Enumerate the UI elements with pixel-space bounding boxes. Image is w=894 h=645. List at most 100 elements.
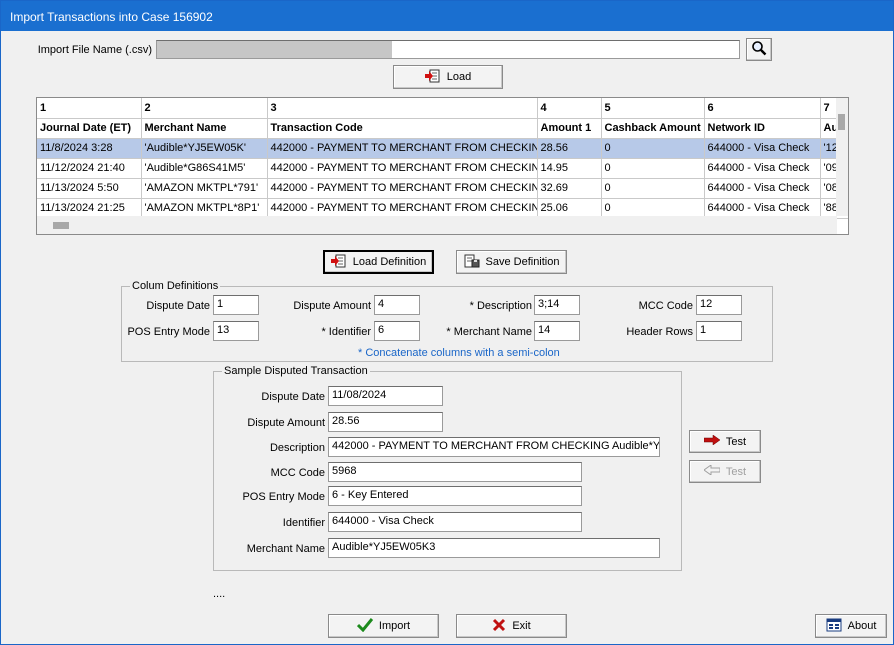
load-definition-button[interactable]: Load Definition [323, 250, 434, 274]
column-definitions-title: Colum Definitions [130, 280, 221, 292]
load-definition-label: Load Definition [352, 256, 427, 268]
coldef-dispute-amount-input[interactable]: 4 [374, 295, 420, 315]
coldef-identifier-label: * Identifier [321, 326, 371, 338]
grid-cell: 'AMAZON MKTPL*8P1' [141, 198, 268, 219]
coldef-pos-entry-mode-input[interactable]: 13 [213, 321, 259, 341]
file-name-label: Import File Name (.csv) [37, 44, 152, 56]
sample-dispute-amount-input[interactable]: 28.56 [328, 412, 443, 432]
grid-cell: 644000 - Visa Check [704, 178, 821, 199]
arrow-left-icon [703, 464, 721, 478]
magnifier-icon [751, 40, 767, 59]
test-back-button[interactable]: Test [689, 460, 761, 483]
about-icon [826, 618, 842, 635]
browse-button[interactable] [746, 38, 772, 61]
exit-button-label: Exit [512, 620, 531, 632]
load-icon [330, 254, 347, 271]
import-window: Import Transactions into Case 156902 Imp… [0, 0, 894, 645]
grid-horizontal-scrollbar[interactable] [37, 216, 837, 234]
save-definition-button[interactable]: Save Definition [456, 250, 567, 274]
sample-merchant-name-input[interactable]: Audible*YJ5EW05K3 [328, 538, 660, 558]
coldef-header-rows-label: Header Rows [626, 326, 693, 338]
sample-identifier-input[interactable]: 644000 - Visa Check [328, 512, 582, 532]
file-name-selection [157, 41, 392, 58]
about-button[interactable]: About [815, 614, 887, 638]
grid-cell: 11/8/2024 3:28 [37, 138, 142, 159]
checkmark-icon [356, 617, 374, 635]
sample-transaction-title: Sample Disputed Transaction [222, 365, 370, 377]
grid-cell: Cashback Amount [601, 118, 705, 139]
coldef-dispute-date-input[interactable]: 1 [213, 295, 259, 315]
grid-cell: Transaction Code [267, 118, 538, 139]
concatenate-note: * Concatenate columns with a semi-colon [358, 347, 560, 359]
sample-description-label: Description [269, 442, 325, 454]
grid-cell: 2 [141, 98, 268, 119]
grid-cell: 644000 - Visa Check [704, 198, 821, 219]
coldef-mcc-code-label: MCC Code [638, 300, 693, 312]
grid-cell: 644000 - Visa Check [704, 158, 821, 179]
test-button-label: Test [725, 435, 747, 448]
sample-merchant-name-label: Merchant Name [246, 543, 325, 555]
transactions-table: 1 2 3 4 5 6 7 Journal Date (ET) Merchant Name Tra… [37, 98, 848, 219]
grid-header-row[interactable]: Journal Date (ET) Merchant Name Transactio… [37, 118, 848, 139]
grid-cell: Network ID [704, 118, 821, 139]
grid-cell: 14.95 [537, 158, 602, 179]
grid-cell: Amount 1 [537, 118, 602, 139]
grid-cell: 6 [704, 98, 821, 119]
grid-cell: 442000 - PAYMENT TO MERCHANT FROM CHECKI… [267, 138, 538, 159]
table-row[interactable]: 11/8/2024 3:28 'Audible*YJ5EW05K' 442000 -… [37, 138, 848, 159]
test-back-button-label: Test [725, 465, 747, 478]
grid-vertical-scrollbar[interactable] [836, 98, 848, 216]
table-row[interactable]: 11/12/2024 21:40 'Audible*G86S41M5' 442000… [37, 158, 848, 179]
grid-cell: Merchant Name [141, 118, 268, 139]
import-button-label: Import [378, 620, 411, 632]
coldef-mcc-code-input[interactable]: 12 [696, 295, 742, 315]
table-row[interactable]: 11/13/2024 21:25 'AMAZON MKTPL*8P1' 442000… [37, 198, 848, 219]
coldef-description-input[interactable]: 3;14 [534, 295, 580, 315]
grid-horizontal-thumb[interactable] [53, 222, 69, 229]
grid-cell: 28.56 [537, 138, 602, 159]
coldef-merchant-name-input[interactable]: 14 [534, 321, 580, 341]
import-button[interactable]: Import [328, 614, 439, 638]
coldef-dispute-date-label: Dispute Date [146, 300, 210, 312]
coldef-merchant-name-label: * Merchant Name [446, 326, 532, 338]
sample-mcc-code-label: MCC Code [270, 467, 325, 479]
sample-pos-entry-mode-input[interactable]: 6 - Key Entered [328, 486, 582, 506]
about-button-label: About [847, 620, 877, 632]
grid-cell: 11/12/2024 21:40 [37, 158, 142, 179]
grid-cell: 0 [601, 158, 705, 179]
sample-dispute-date-input[interactable]: 11/08/2024 [328, 386, 443, 406]
test-button[interactable]: Test [689, 430, 761, 453]
grid-cell: 4 [537, 98, 602, 119]
grid-vertical-thumb[interactable] [838, 114, 845, 130]
transactions-grid[interactable]: 1 2 3 4 5 6 7 Journal Date (ET) Merchant Name Tra… [36, 97, 849, 235]
table-row[interactable]: 11/13/2024 5:50 'AMAZON MKTPL*791' 442000 … [37, 178, 848, 199]
arrow-right-icon [703, 434, 721, 448]
grid-cell: 11/13/2024 5:50 [37, 178, 142, 199]
grid-column-number-row[interactable]: 1234567 [37, 98, 848, 119]
grid-cell: 'Audible*G86S41M5' [141, 158, 268, 179]
grid-cell: 32.69 [537, 178, 602, 199]
exit-button[interactable]: Exit [456, 614, 567, 638]
coldef-dispute-amount-label: Dispute Amount [293, 300, 371, 312]
coldef-identifier-input[interactable]: 6 [374, 321, 420, 341]
save-icon [464, 254, 480, 271]
coldef-pos-entry-mode-label: POS Entry Mode [127, 326, 210, 338]
grid-cell: 3 [267, 98, 538, 119]
grid-cell: 5 [601, 98, 705, 119]
grid-cell: Journal Date (ET) [37, 118, 142, 139]
grid-cell: 11/13/2024 21:25 [37, 198, 142, 219]
grid-cell: 442000 - PAYMENT TO MERCHANT FROM CHECKI… [267, 178, 538, 199]
file-name-input[interactable] [156, 40, 740, 59]
title-bar: Import Transactions into Case 156902 [1, 1, 893, 31]
sample-identifier-label: Identifier [282, 517, 325, 529]
sample-description-input[interactable]: 442000 - PAYMENT TO MERCHANT FROM CHECKI… [328, 437, 660, 457]
grid-cell: 'Audible*YJ5EW05K' [141, 138, 268, 159]
sample-pos-entry-mode-label: POS Entry Mode [242, 491, 325, 503]
grid-cell: 25.06 [537, 198, 602, 219]
load-icon [424, 69, 441, 86]
x-icon [492, 618, 506, 635]
load-button[interactable]: Load [393, 65, 503, 89]
grid-cell: 0 [601, 198, 705, 219]
coldef-header-rows-input[interactable]: 1 [696, 321, 742, 341]
sample-mcc-code-input[interactable]: 5968 [328, 462, 582, 482]
